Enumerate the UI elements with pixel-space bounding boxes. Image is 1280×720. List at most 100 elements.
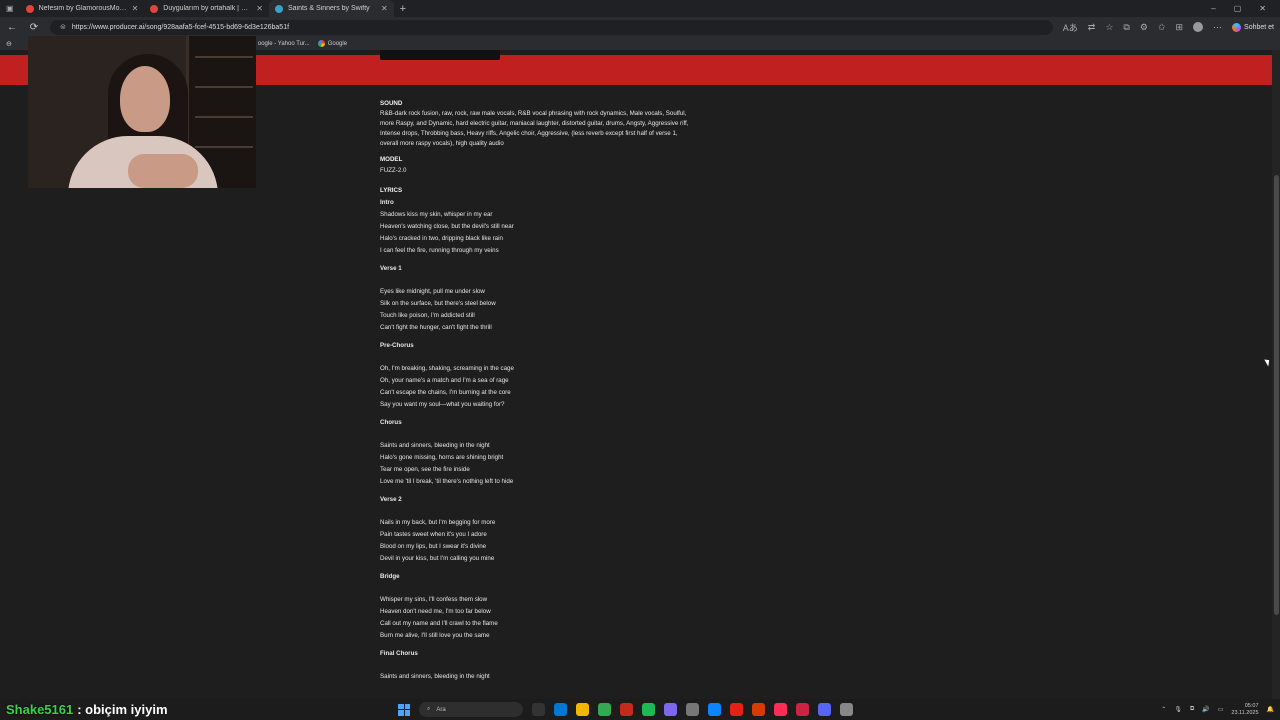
- stanza-heading: Final Chorus: [380, 650, 418, 657]
- lyric-line: Whisper my sins, I'll confess them slow: [380, 596, 488, 603]
- taskbar-app-icon[interactable]: [642, 703, 655, 716]
- taskbar-app-icon[interactable]: [620, 703, 633, 716]
- lyric-line: Burn me alive, I'll still love you the s…: [380, 632, 490, 639]
- windows-start-icon[interactable]: [398, 703, 410, 716]
- new-tab-button[interactable]: +: [394, 3, 412, 15]
- chat-username: Shake5161: [6, 702, 74, 717]
- close-tab-icon[interactable]: ✕: [381, 4, 388, 13]
- lyric-line: Shadows kiss my skin, whisper in my ear: [380, 211, 493, 218]
- read-aloud-icon[interactable]: Aあ: [1063, 21, 1078, 34]
- window-controls: – ▢ ✕: [1211, 4, 1280, 13]
- google-icon: [317, 40, 325, 47]
- taskbar-clock[interactable]: 05:07 23.11.2025: [1231, 703, 1258, 717]
- tab-label: Saints & Sinners by Swifty: [287, 5, 370, 12]
- address-bar[interactable]: ⊜ https://www.producer.ai/song/928aafa5-…: [50, 19, 1053, 35]
- battery-icon[interactable]: ▭: [1218, 706, 1224, 713]
- copilot-icon: [1232, 22, 1242, 32]
- taskbar-app-icon[interactable]: [598, 703, 611, 716]
- toolbar-actions: Aあ ⇄ ☆ ⧉ ⚙ ✩ ⊞ ⋯ Sohbet et: [1063, 21, 1274, 34]
- lyric-line: Tear me open, see the fire inside: [380, 466, 470, 473]
- extensions-icon[interactable]: ⧉: [1123, 22, 1129, 33]
- taskbar-app-icon[interactable]: [554, 703, 567, 716]
- stanza-heading: Verse 1: [380, 265, 402, 272]
- scrollbar-thumb[interactable]: [1274, 175, 1279, 615]
- taskbar-app-icon[interactable]: [686, 703, 699, 716]
- taskbar-app-icon[interactable]: [818, 703, 831, 716]
- taskbar-app-icon[interactable]: [664, 703, 677, 716]
- lyric-line: Devil in your kiss, but I'm calling you …: [380, 555, 495, 562]
- browser-tab[interactable]: Duygularım by ortahalk | Suno ✕: [144, 0, 269, 17]
- split-screen-icon[interactable]: ⚙: [1140, 22, 1148, 33]
- refresh-icon[interactable]: ⟳: [28, 22, 40, 33]
- back-icon[interactable]: ←: [6, 22, 18, 33]
- translate-icon[interactable]: ⇄: [1088, 22, 1096, 33]
- taskbar-search[interactable]: ⌕ Ara: [419, 702, 523, 717]
- sound-description: R&B-dark rock fusion, raw, rock, raw mal…: [380, 110, 689, 147]
- sound-label: SOUND: [380, 100, 403, 107]
- lyrics-body: Intro Shadows kiss my skin, whisper in my…: [380, 197, 700, 689]
- lyric-line: Love me 'til I break, 'til there's nothi…: [380, 478, 514, 485]
- taskbar-apps: ⌕ Ara: [398, 699, 853, 720]
- profile-avatar-icon[interactable]: [1193, 22, 1204, 32]
- lyric-line: Blood on my lips, but I swear it's divin…: [380, 543, 487, 550]
- close-tab-icon[interactable]: ✕: [256, 4, 263, 13]
- search-placeholder: Ara: [436, 706, 446, 713]
- stanza-heading: Pre-Chorus: [380, 342, 414, 349]
- pinned-apps: [532, 703, 853, 716]
- network-icon[interactable]: ⧉: [1190, 706, 1194, 713]
- model-value: FUZZ-2.0: [380, 167, 407, 174]
- maximize-button[interactable]: ▢: [1234, 4, 1242, 13]
- tray-chevron-icon[interactable]: ⌃: [1161, 706, 1166, 713]
- volume-icon[interactable]: 🔊: [1202, 706, 1209, 713]
- lyric-line: Silk on the surface, but there's steel b…: [380, 300, 496, 307]
- webcam-overlay: [28, 36, 256, 188]
- close-window-button[interactable]: ✕: [1259, 4, 1266, 13]
- taskbar-app-icon[interactable]: [730, 703, 743, 716]
- minimize-button[interactable]: –: [1211, 4, 1215, 13]
- bookmark-google[interactable]: Google: [317, 40, 347, 47]
- tab-label: Nefesim by GlamorousModulatio: [38, 5, 127, 12]
- search-icon: ⌕: [427, 706, 431, 712]
- taskbar-app-icon[interactable]: [708, 703, 721, 716]
- lyric-line: Eyes like midnight, pull me under slow: [380, 288, 485, 295]
- taskbar-app-icon[interactable]: [796, 703, 809, 716]
- apps-icon[interactable]: ⊖: [6, 40, 12, 48]
- url-text: https://www.producer.ai/song/928aafa5-fc…: [71, 23, 290, 31]
- tab-label: Duygularım by ortahalk | Suno: [163, 5, 252, 12]
- more-menu-icon[interactable]: ⋯: [1213, 22, 1222, 33]
- bookmark-yahoo[interactable]: oogle - Yahoo Tur...: [258, 41, 310, 47]
- site-info-icon[interactable]: ⊜: [60, 23, 66, 31]
- taskbar-app-icon[interactable]: [774, 703, 787, 716]
- stanza-heading: Verse 2: [380, 496, 402, 503]
- taskbar-app-icon[interactable]: [752, 703, 765, 716]
- tab-favicon-icon: [25, 4, 34, 13]
- taskbar-app-icon[interactable]: [840, 703, 853, 716]
- close-tab-icon[interactable]: ✕: [132, 4, 139, 13]
- tab-list: Nefesim by GlamorousModulatio✕Duygularım…: [20, 0, 394, 17]
- lyric-line: Halo's gone missing, horns are shining b…: [380, 454, 504, 461]
- lyric-line: Saints and sinners, bleeding in the nigh…: [380, 673, 490, 680]
- tab-menu-button[interactable]: ▣: [0, 0, 20, 17]
- page-scrollbar[interactable]: [1272, 50, 1280, 699]
- favorite-star-icon[interactable]: ☆: [1105, 22, 1113, 33]
- clock-date: 23.11.2025: [1231, 709, 1259, 716]
- favorites-icon[interactable]: ✩: [1158, 22, 1166, 33]
- collections-icon[interactable]: ⊞: [1175, 22, 1183, 33]
- notifications-icon[interactable]: 🔔: [1267, 706, 1274, 713]
- browser-toolbar: ← ⟳ ⊜ https://www.producer.ai/song/928aa…: [0, 17, 1280, 37]
- browser-tab[interactable]: Saints & Sinners by Swifty ✕: [268, 0, 394, 17]
- header-action-button[interactable]: [380, 50, 500, 60]
- chat-button[interactable]: Sohbet et: [1232, 22, 1274, 32]
- lyric-line: Heaven don't need me, I'm too far below: [380, 608, 491, 615]
- taskbar-app-icon[interactable]: [576, 703, 589, 716]
- lyric-line: Saints and sinners, bleeding in the nigh…: [380, 442, 490, 449]
- streamer-hands: [128, 154, 198, 188]
- microphone-icon[interactable]: 🎙: [1174, 706, 1182, 713]
- browser-tab[interactable]: Nefesim by GlamorousModulatio ✕: [20, 0, 145, 17]
- tab-actions-icon: ▣: [6, 4, 14, 13]
- lyric-line: I can feel the fire, running through my …: [380, 247, 499, 254]
- lyric-line: Halo's cracked in two, dripping black li…: [380, 235, 503, 242]
- mouse-cursor: [1264, 357, 1272, 367]
- lyric-line: Touch like poison, I'm addicted still: [380, 312, 475, 319]
- taskbar-app-icon[interactable]: [532, 703, 545, 716]
